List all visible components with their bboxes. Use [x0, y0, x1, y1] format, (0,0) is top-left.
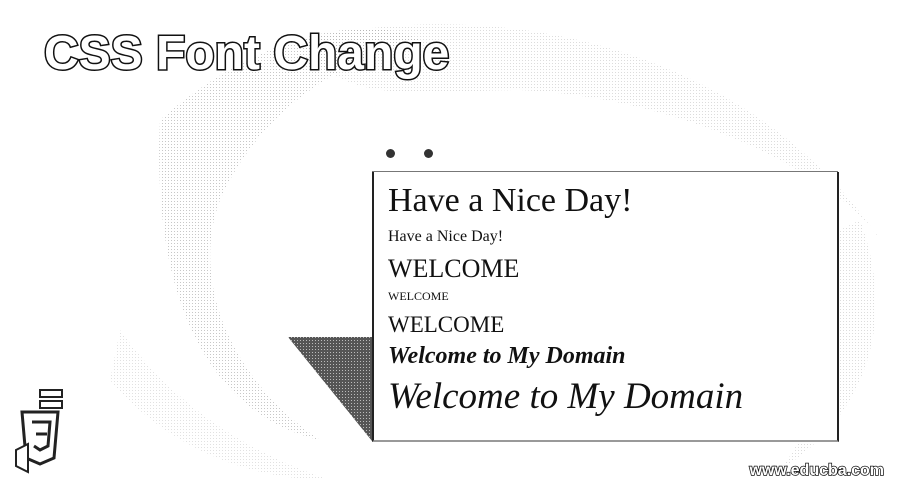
banner-title: CSS Font Change [42, 27, 450, 80]
corner-triangle-decoration [288, 337, 372, 441]
sample-text-line: Welcome to My Domain [388, 376, 744, 417]
sample-text-line: WELCOME [388, 254, 520, 283]
window-dot-icon [424, 149, 433, 158]
sample-text-line: WELCOME [388, 312, 505, 337]
sample-text-line: Have a Nice Day! [388, 182, 633, 219]
window-dot-icon [386, 149, 395, 158]
browser-window: Have a Nice Day! Have a Nice Day! WELCOM… [372, 137, 839, 442]
sample-text-line: Welcome to My Domain [388, 343, 626, 369]
sample-text-line: Have a Nice Day! [388, 228, 504, 245]
sample-text-line: WELCOME [388, 289, 449, 303]
watermark-text: www.educba.com [749, 461, 885, 480]
window-content: Have a Nice Day! Have a Nice Day! WELCOM… [372, 172, 839, 442]
css3-icon [15, 389, 63, 474]
window-title-bar [372, 137, 838, 172]
